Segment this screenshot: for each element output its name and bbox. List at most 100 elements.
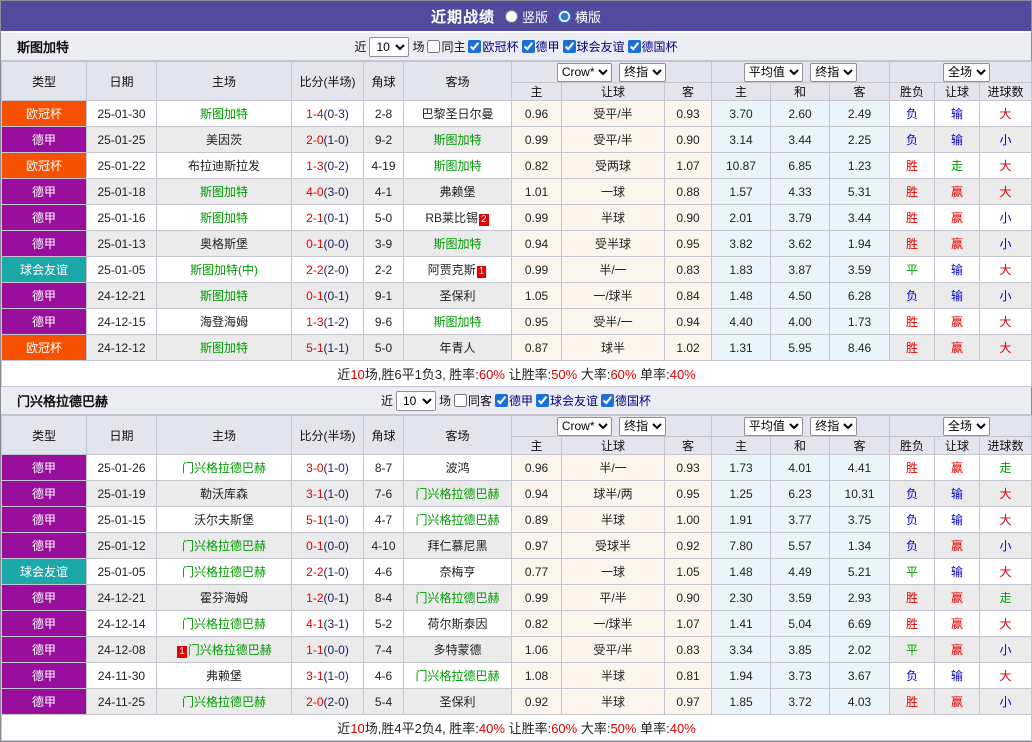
avg-home-odds: 1.85 [711,688,772,715]
crown-away-odds: 0.93 [663,454,713,481]
league-badge: 欧冠杯 [1,334,87,361]
score: 2-2(1-0) [291,558,364,585]
avg-away-odds: 3.67 [829,662,891,689]
league-filter-ouguan[interactable]: 欧冠杯 [468,38,519,55]
team-label: 门兴格拉德巴赫 [415,513,500,527]
col-type: 类型 [1,415,87,455]
corner-score: 9-6 [363,308,404,335]
team-label: 门兴格拉德巴赫 [187,643,272,657]
halftime-score: (1-0) [323,132,349,147]
layout-radio-vertical[interactable]: 竖版 [504,7,548,26]
league-filter-deguobei[interactable]: 德国杯 [627,38,678,55]
avg-home-odds: 4.40 [711,308,772,335]
result-winloss: 负 [889,126,936,153]
layout-radio-horizontal-input[interactable] [558,9,571,23]
match-date: 24-12-21 [86,584,157,611]
league-filter-dejia-input[interactable] [521,40,535,53]
result-goals: 大 [979,308,1032,335]
league-badge: 德甲 [1,126,87,153]
team-label: 斯图加特 [433,315,482,329]
league-filter-youyi-input[interactable] [536,394,550,407]
crown-home-odds: 0.94 [511,230,562,257]
result-handicap: 赢 [934,688,981,715]
layout-radio-vertical-input[interactable] [504,9,518,23]
team-label: 门兴格拉德巴赫 [415,487,500,501]
league-filter-dejia[interactable]: 德甲 [495,392,533,409]
bookmaker-select[interactable]: Crow* [556,62,612,82]
match-row: 球会友谊 25-01-05 门兴格拉德巴赫 2-2(1-0) 4-6 奈梅亨 0.77 一球 1… [1,558,1032,585]
home-team: 奥格斯堡 [156,230,292,257]
team-label: 斯图加特 [433,159,482,173]
crown-home-odds: 0.99 [511,126,562,153]
subcol-handicap: 让球 [561,436,665,455]
avg-select[interactable]: 平均值 [743,62,803,82]
home-team: 门兴格拉德巴赫 [156,454,292,481]
recent-count-select[interactable]: 10 [369,36,410,57]
team-label: 巴黎圣日尔曼 [421,107,494,121]
handicap-line: 受平/半 [561,636,665,663]
league-badge: 德甲 [1,662,87,689]
col-away: 客场 [403,61,512,101]
corner-score: 9-1 [363,282,404,309]
avg-select[interactable]: 平均值 [743,416,803,436]
fulltime-score: 0-1 [306,236,324,251]
match-row: 德甲 24-11-25 门兴格拉德巴赫 2-0(2-0) 5-4 圣保利 0.92 半球 0.9… [1,688,1032,715]
fulltime-score: 1-3 [306,158,324,173]
match-date: 25-01-19 [86,480,157,507]
match-date: 25-01-18 [86,178,157,205]
league-filter-youyi[interactable]: 球会友谊 [562,38,625,55]
fulltime-score: 3-1 [306,668,324,683]
crown-away-odds: 0.84 [663,282,713,309]
halftime-score: (3-0) [323,184,349,199]
league-filter-ouguan-input[interactable] [468,40,482,53]
avg-draw-odds: 3.73 [770,662,831,689]
league-filter-youyi-input[interactable] [562,40,576,53]
layout-radio-horizontal[interactable]: 横版 [558,7,601,26]
avg-draw-odds: 6.23 [770,480,831,507]
handicap-line: 半/一 [561,256,665,283]
league-badge: 德甲 [1,480,87,507]
halftime-score: (0-3) [323,106,349,121]
section-stuttgart: 斯图加特 近 10 场 同主 欧冠杯 德甲 球会友谊 德国杯 类型 日期 主场 … [0,33,1032,387]
col-date: 日期 [86,61,157,101]
league-filter-deguobei-input[interactable] [627,40,641,53]
odds-time-select-2[interactable]: 终指 [810,62,858,82]
handicap-line: 平/半 [561,584,665,611]
same-venue-checkbox[interactable]: 同主 [427,38,465,55]
same-venue-checkbox-input[interactable] [453,394,467,407]
league-filter-deguobei[interactable]: 德国杯 [601,392,651,409]
score: 4-1(3-1) [291,610,364,637]
odds-time-select-1[interactable]: 终指 [619,62,667,82]
crown-home-odds: 0.82 [511,152,562,179]
league-filter-dejia[interactable]: 德甲 [521,38,560,55]
avg-draw-odds: 3.85 [770,636,831,663]
same-venue-checkbox[interactable]: 同客 [453,392,492,409]
filter-bar: 近 10 场 同主 欧冠杯 德甲 球会友谊 德国杯 [354,36,678,57]
halftime-score: (0-1) [323,288,349,303]
score: 0-1(0-0) [291,230,364,257]
fulltime-score: 2-1 [306,210,324,225]
handicap-line: 受球半 [561,532,665,559]
result-handicap: 赢 [934,532,981,559]
league-filter-youyi[interactable]: 球会友谊 [536,392,598,409]
league-filter-deguobei-input[interactable] [601,394,615,407]
result-winloss: 负 [889,480,936,507]
result-goals: 小 [979,230,1032,257]
league-filter-dejia-input[interactable] [495,394,508,407]
same-venue-checkbox-input[interactable] [427,40,441,53]
handicap-line: 受平/半 [561,126,665,153]
team-label: 霍芬海姆 [199,591,248,605]
recent-count-select[interactable]: 10 [395,390,436,411]
fulltime-select[interactable]: 全场 [943,416,991,436]
bookmaker-select[interactable]: Crow* [556,416,612,436]
league-badge: 德甲 [1,532,87,559]
fulltime-score: 2-0 [306,694,324,709]
odds-time-select-2[interactable]: 终指 [810,416,858,436]
away-team: 门兴格拉德巴赫 [403,584,512,611]
fulltime-select[interactable]: 全场 [943,62,991,82]
avg-away-odds: 6.69 [829,610,891,637]
halftime-score: (0-0) [323,642,349,657]
corner-score: 2-2 [363,256,404,283]
odds-time-select-1[interactable]: 终指 [619,416,667,436]
avg-home-odds: 1.91 [711,506,772,533]
